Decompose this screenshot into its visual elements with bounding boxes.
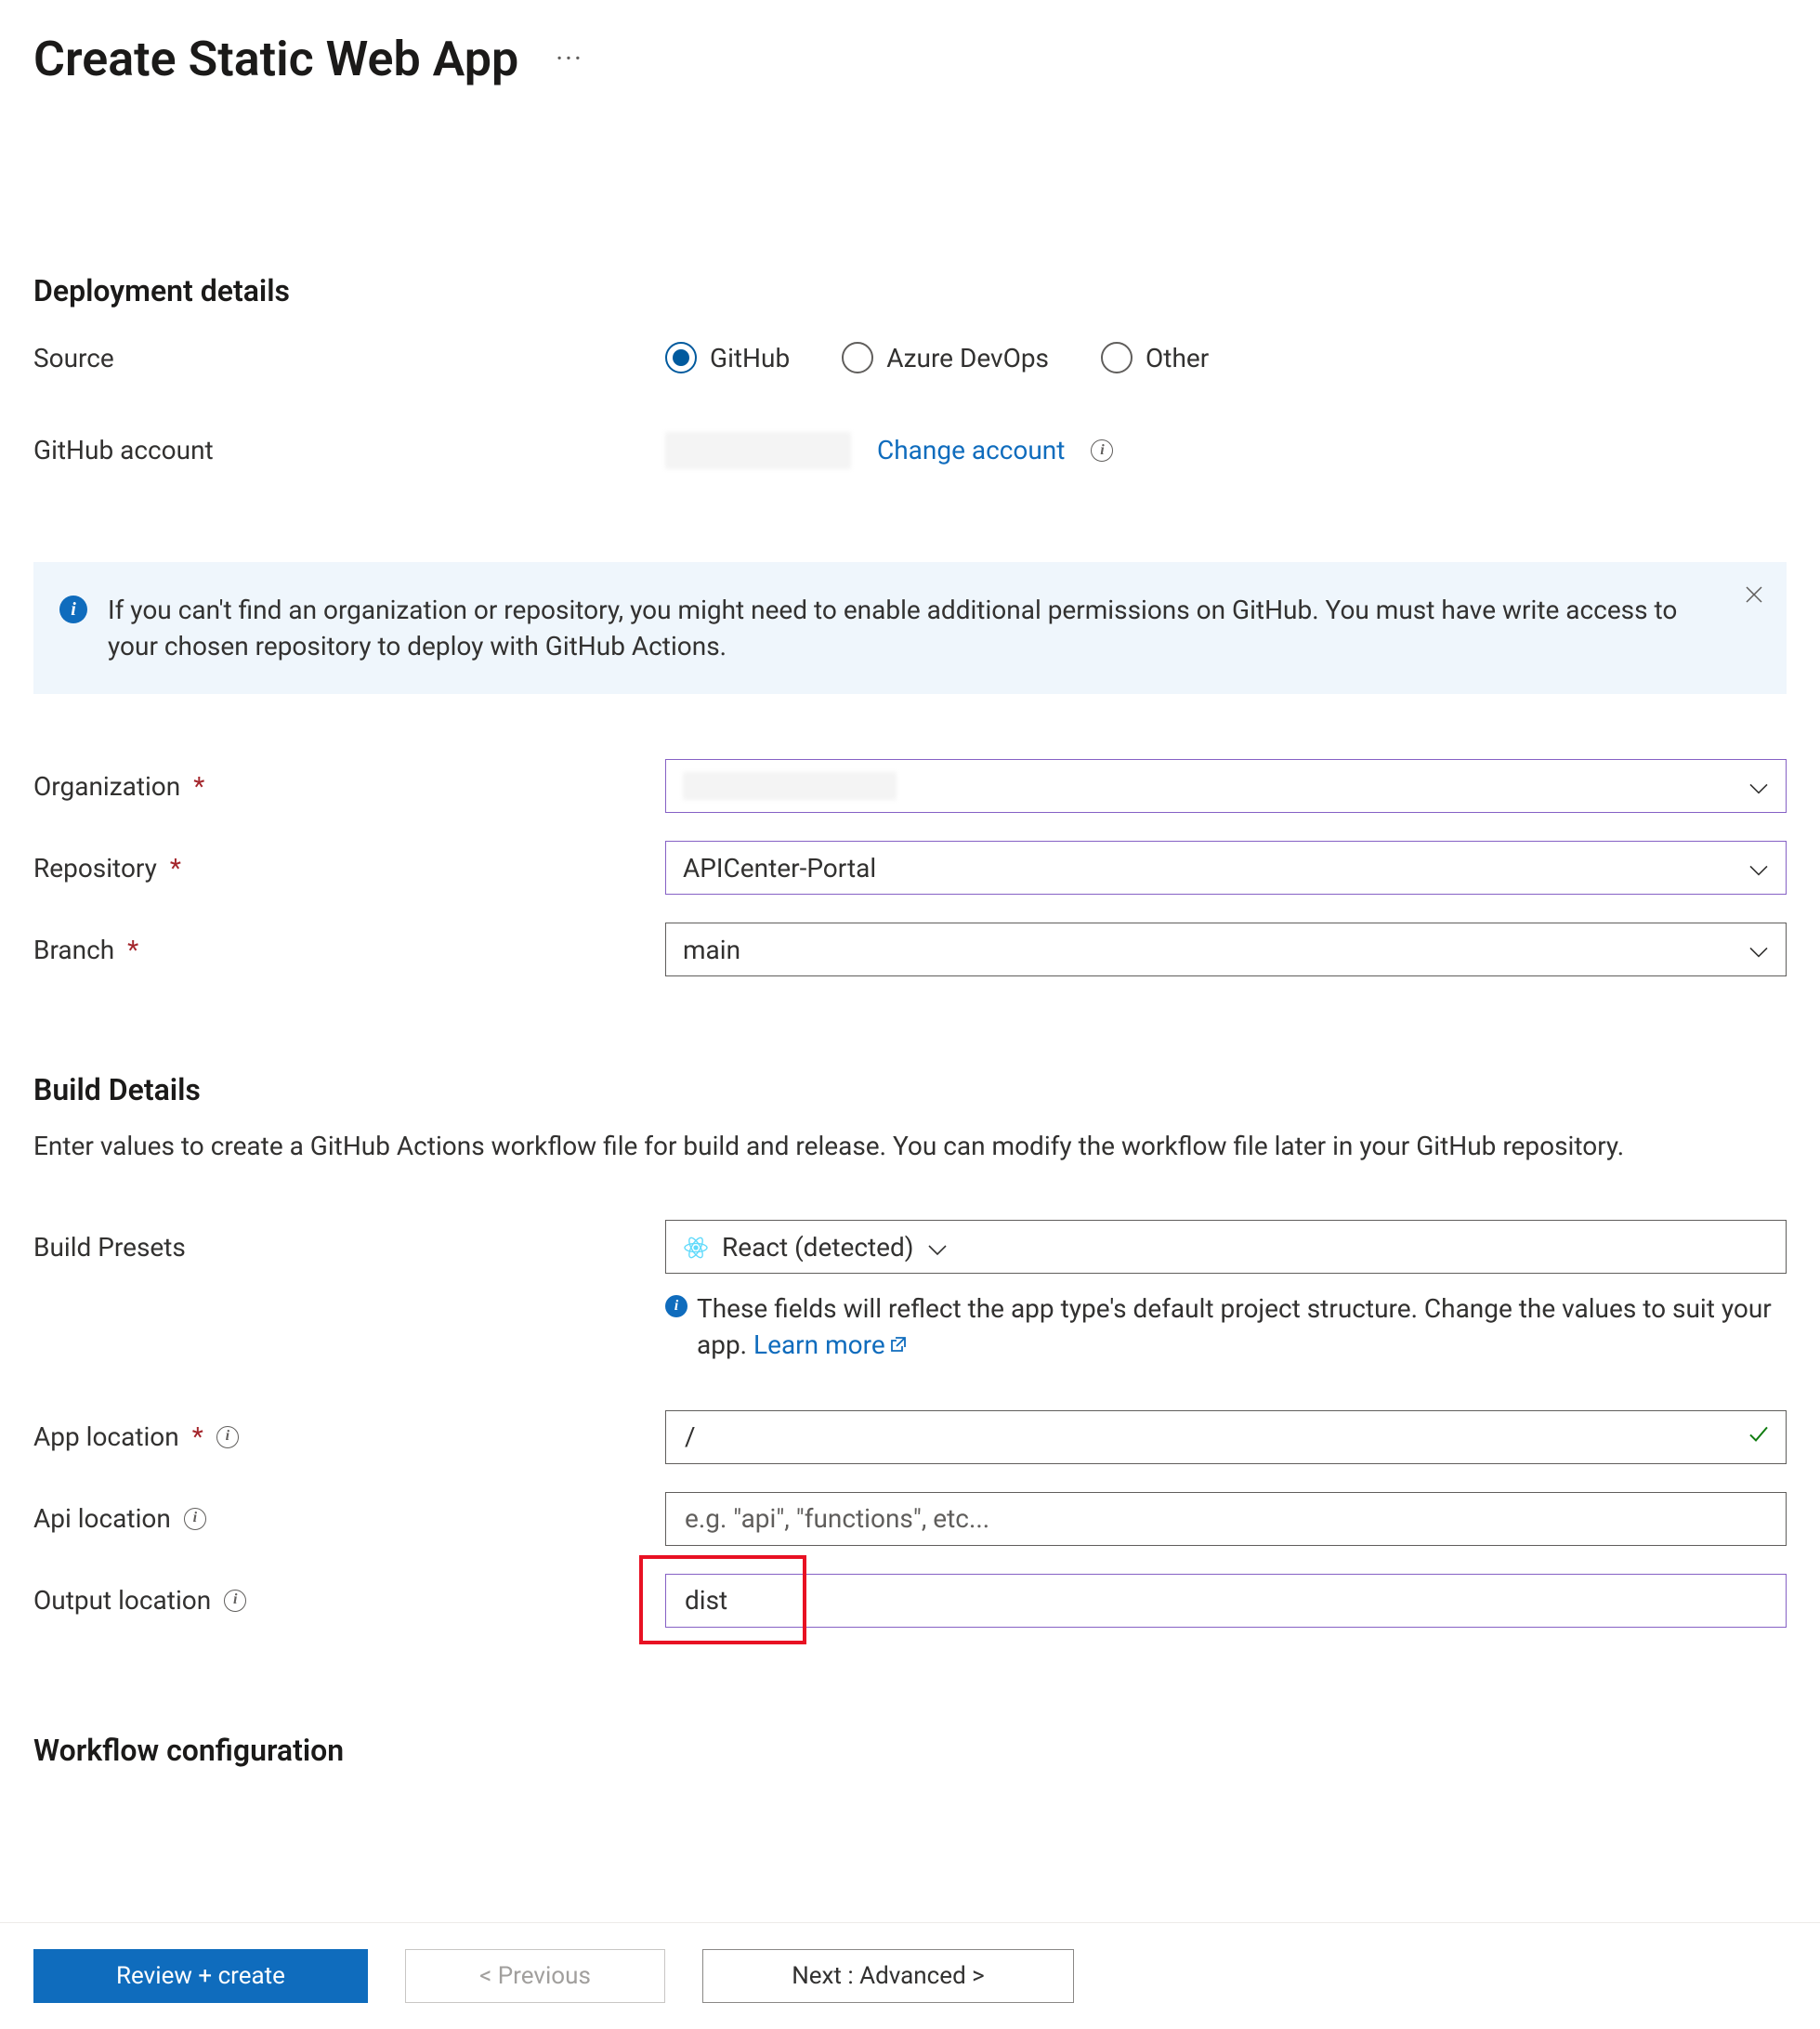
next-button[interactable]: Next : Advanced >: [702, 1949, 1074, 2003]
close-icon[interactable]: [1744, 581, 1764, 614]
required-indicator: *: [127, 932, 138, 968]
workflow-configuration-heading: Workflow configuration: [33, 1730, 1787, 1772]
radio-label: Other: [1146, 340, 1209, 376]
output-location-input[interactable]: [683, 1575, 1769, 1627]
learn-more-link[interactable]: Learn more: [753, 1329, 908, 1360]
build-details-desc: Enter values to create a GitHub Actions …: [33, 1128, 1780, 1164]
radio-label: GitHub: [710, 340, 790, 376]
source-radio-other[interactable]: Other: [1101, 340, 1209, 376]
external-link-icon: [889, 1335, 908, 1354]
api-location-label: Api location: [33, 1500, 171, 1537]
source-radio-azure-devops[interactable]: Azure DevOps: [842, 340, 1049, 376]
build-presets-value: React (detected): [722, 1229, 914, 1265]
repository-dropdown[interactable]: APICenter-Portal: [665, 841, 1787, 895]
source-label: Source: [33, 340, 114, 376]
source-radio-group: GitHub Azure DevOps Other: [665, 340, 1209, 376]
branch-label: Branch: [33, 932, 114, 968]
chevron-down-icon: [1748, 932, 1769, 968]
info-icon: i: [665, 1295, 687, 1317]
info-icon[interactable]: i: [216, 1426, 239, 1448]
previous-button: < Previous: [405, 1949, 665, 2003]
required-indicator: *: [170, 850, 181, 886]
radio-icon: [842, 342, 873, 373]
radio-icon: [1101, 342, 1133, 373]
more-actions-icon[interactable]: ···: [556, 40, 583, 79]
app-location-label: App location: [33, 1419, 179, 1455]
api-location-input-wrapper: [665, 1492, 1787, 1546]
branch-dropdown[interactable]: main: [665, 923, 1787, 976]
app-location-input[interactable]: [683, 1411, 1769, 1463]
deployment-details-heading: Deployment details: [33, 270, 1787, 312]
react-icon: [683, 1234, 709, 1260]
info-icon[interactable]: i: [224, 1590, 246, 1612]
chevron-down-icon: [1748, 850, 1769, 886]
organization-dropdown[interactable]: [665, 759, 1787, 813]
required-indicator: *: [193, 768, 204, 805]
build-presets-dropdown[interactable]: React (detected): [665, 1220, 1787, 1274]
info-icon[interactable]: i: [1091, 439, 1113, 462]
organization-label: Organization: [33, 768, 180, 805]
source-radio-github[interactable]: GitHub: [665, 340, 790, 376]
review-create-button[interactable]: Review + create: [33, 1949, 368, 2003]
build-presets-label: Build Presets: [33, 1229, 186, 1265]
required-indicator: *: [192, 1419, 203, 1455]
repository-value: APICenter-Portal: [683, 850, 876, 886]
chevron-down-icon: [927, 1229, 948, 1265]
change-account-link[interactable]: Change account: [877, 432, 1065, 468]
github-account-label: GitHub account: [33, 432, 214, 468]
output-location-label: Output location: [33, 1582, 211, 1618]
page-title: Create Static Web App: [33, 26, 518, 94]
radio-label: Azure DevOps: [886, 340, 1049, 376]
build-details-heading: Build Details: [33, 1069, 1787, 1111]
branch-value: main: [683, 932, 740, 968]
app-location-input-wrapper: [665, 1410, 1787, 1464]
info-icon: i: [59, 596, 87, 623]
info-banner-text: If you can't find an organization or rep…: [108, 592, 1712, 664]
github-account-value: [665, 432, 851, 469]
radio-icon: [665, 342, 697, 373]
output-location-input-wrapper: [665, 1574, 1787, 1628]
api-location-input[interactable]: [683, 1493, 1769, 1545]
repository-label: Repository: [33, 850, 157, 886]
wizard-footer: Review + create < Previous Next : Advanc…: [0, 1922, 1820, 2029]
info-icon[interactable]: i: [184, 1508, 206, 1530]
organization-value: [683, 772, 897, 800]
check-icon: [1747, 1419, 1771, 1455]
info-banner: i If you can't find an organization or r…: [33, 562, 1787, 694]
build-presets-hint: These fields will reflect the app type's…: [697, 1290, 1787, 1363]
chevron-down-icon: [1748, 768, 1769, 805]
